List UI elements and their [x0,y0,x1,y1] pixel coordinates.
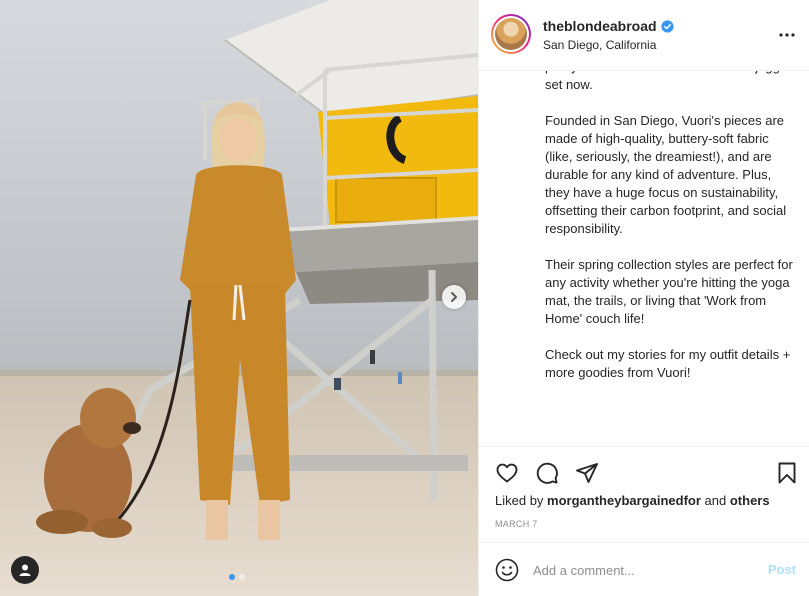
save-button[interactable] [775,461,799,485]
carousel-indicator [229,574,245,580]
emoji-button[interactable] [495,558,519,582]
avatar-image [495,18,527,50]
verified-badge-icon [660,19,674,33]
likes-prefix: Liked by [495,493,544,508]
caption-paragraph: Their spring collection styles are perfe… [545,257,793,326]
emoji-icon [495,558,519,582]
likes-others-link[interactable]: others [730,493,770,508]
post-photo[interactable] [0,0,478,596]
carousel-next-button[interactable] [442,285,466,309]
more-options-button[interactable] [778,26,796,44]
post-comment-button[interactable]: Post [768,562,796,577]
likes-connector: and [704,493,727,508]
more-options-icon [779,33,795,37]
heart-icon [496,463,518,483]
author-username[interactable]: theblondeabroad [543,18,657,34]
post-actions: Liked by morgantheybargainedfor and othe… [479,446,809,542]
chevron-right-icon [451,292,457,302]
caption-paragraph: Check out my stories for my outfit detai… [545,347,791,380]
post-location[interactable]: San Diego, California [543,38,656,52]
comment-icon [536,462,558,484]
beach-lifeguard-tower-image [0,0,478,596]
comment-bar: Post [479,542,809,596]
likes-summary: Liked by morgantheybargainedfor and othe… [495,493,770,508]
post-date[interactable]: MARCH 7 [495,519,538,529]
share-button[interactable] [575,461,599,485]
comment-input[interactable] [533,559,753,581]
carousel-dot-active [229,574,235,580]
caption-paragraph: Founded in San Diego, Vuori's pieces are… [545,113,787,236]
post-details-panel: pretty much live in this Flax Heather jo… [478,0,809,596]
liked-by-user-link[interactable]: morgantheybargainedfor [547,493,701,508]
post-caption: pretty much live in this Flax Heather jo… [545,58,795,446]
user-tags-button[interactable] [11,556,39,584]
bookmark-icon [778,462,796,484]
paper-plane-icon [576,463,598,483]
author-avatar[interactable] [491,14,531,54]
comment-button[interactable] [535,461,559,485]
like-button[interactable] [495,461,519,485]
user-tag-icon [19,564,31,576]
carousel-dot [239,574,245,580]
post-header: theblondeabroad San Diego, California [479,0,809,71]
